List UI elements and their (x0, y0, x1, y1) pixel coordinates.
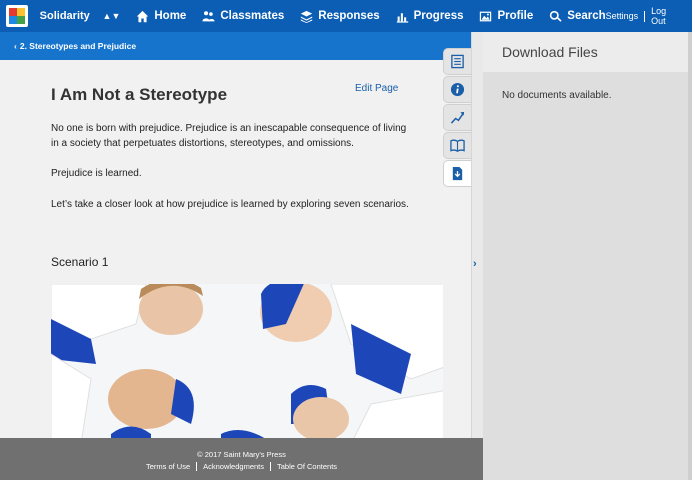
footer-links: Terms of Use Acknowledgments Table Of Co… (0, 462, 483, 471)
download-panel: Download Files No documents available. (483, 32, 692, 480)
bar-chart-icon (396, 12, 408, 23)
home-icon (137, 10, 149, 22)
chevron-left-icon: ‹ (14, 41, 17, 51)
nav-responses-label: Responses (318, 10, 380, 22)
download-file-icon (452, 166, 463, 181)
nav-responses[interactable]: Responses (300, 10, 380, 23)
nav-profile-label: Profile (497, 10, 534, 22)
page-title: I Am Not a Stereotype (51, 85, 228, 104)
side-tabs (443, 48, 471, 188)
layers-icon (301, 10, 313, 23)
nav-classmates-label: Classmates (220, 10, 285, 22)
nav-home-label: Home (154, 10, 187, 22)
up-down-arrows-icon: ▲▼ (102, 11, 121, 21)
edit-page-link[interactable]: Edit Page (355, 83, 398, 94)
scrollbar[interactable] (688, 32, 692, 480)
settings-link[interactable]: Settings (606, 11, 639, 21)
scenario-heading: Scenario 1 (51, 255, 109, 269)
nav-progress-label: Progress (413, 10, 464, 22)
people-icon (202, 10, 215, 21)
nav-classmates[interactable]: Classmates (202, 10, 284, 23)
tab-progress[interactable] (443, 104, 471, 131)
paragraph-1: No one is born with prejudice. Prejudice… (51, 123, 407, 149)
search-icon (550, 10, 562, 22)
scenario-photo (51, 284, 443, 438)
tab-info[interactable] (443, 76, 471, 103)
breadcrumb[interactable]: ‹ 2. Stereotypes and Prejudice (0, 32, 483, 60)
nav-search[interactable]: Search (549, 10, 606, 23)
image-icon (480, 11, 492, 21)
copyright: © 2017 Saint Mary's Press (197, 450, 286, 459)
tab-glossary[interactable] (443, 132, 471, 159)
footer-divider (196, 462, 198, 471)
top-nav: Solidarity ▲▼ Home Classmates Responses … (0, 0, 692, 32)
book-icon (450, 139, 465, 152)
paragraph-3: Let’s take a closer look at how prejudic… (51, 199, 409, 210)
logout-link[interactable]: Log Out (651, 6, 682, 26)
trend-line-icon (450, 111, 465, 124)
toc-link[interactable]: Table Of Contents (277, 462, 337, 471)
main-content: I Am Not a Stereotype Edit Page No one i… (0, 60, 443, 438)
app-logo[interactable] (6, 5, 28, 27)
panel-divider (471, 32, 483, 480)
panel-empty-message: No documents available. (502, 90, 612, 101)
terms-link[interactable]: Terms of Use (146, 462, 190, 471)
footer-divider (270, 462, 271, 471)
tab-notes[interactable] (443, 48, 471, 75)
tab-download[interactable] (443, 160, 471, 187)
acknowledgments-link[interactable]: Acknowledgments (203, 462, 264, 471)
course-selector[interactable]: Solidarity ▲▼ (40, 10, 121, 22)
breadcrumb-label: 2. Stereotypes and Prejudice (19, 41, 137, 51)
nav-profile[interactable]: Profile (479, 10, 533, 23)
footer: © 2017 Saint Mary's Press Terms of Use A… (0, 438, 483, 480)
panel-title: Download Files (483, 32, 692, 72)
course-label: Solidarity (39, 10, 90, 22)
account-links: Settings Log Out (606, 6, 682, 26)
nav-progress[interactable]: Progress (396, 10, 464, 23)
nav-home[interactable]: Home (136, 10, 186, 23)
notes-icon (451, 54, 464, 69)
nav-search-label: Search (567, 10, 606, 22)
link-divider (644, 10, 646, 22)
paragraph-2: Prejudice is learned. (51, 168, 142, 179)
info-icon (450, 82, 465, 97)
chevron-right-icon[interactable]: › (473, 258, 477, 270)
